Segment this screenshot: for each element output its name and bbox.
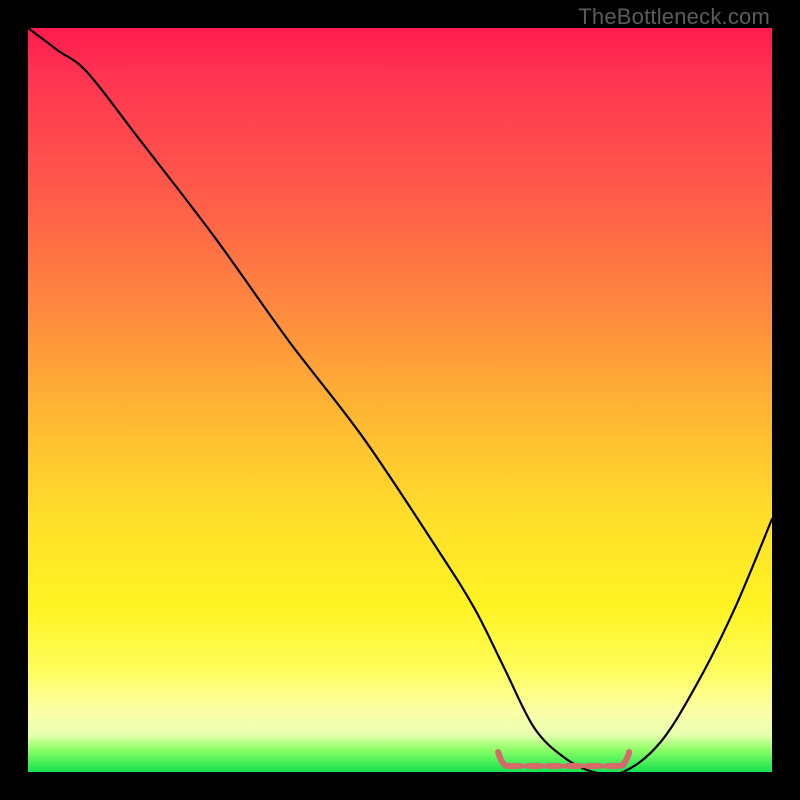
chart-frame bbox=[28, 28, 772, 772]
bottleneck-curve bbox=[28, 28, 772, 775]
watermark-text: TheBottleneck.com bbox=[578, 4, 770, 30]
chart-svg bbox=[28, 28, 772, 772]
minimum-marker bbox=[498, 752, 629, 768]
